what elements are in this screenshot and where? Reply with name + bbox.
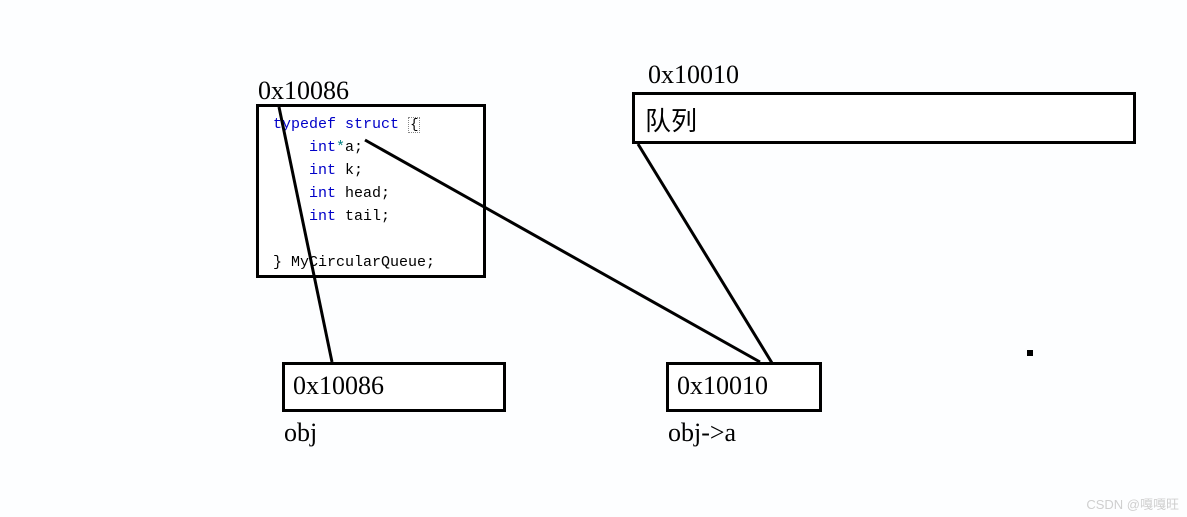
obj-a-box: 0x10010 [666, 362, 822, 412]
queue-label: 队列 [645, 101, 697, 138]
diagram-canvas: 0x10086 typedef struct { int*a; int k; i… [0, 0, 1187, 517]
obj-caption: obj [284, 418, 317, 448]
struct-code: typedef struct { int*a; int k; int head;… [273, 113, 435, 274]
queue-address-label: 0x10010 [648, 60, 739, 90]
line-queue-to-obj-a [638, 144, 772, 363]
connector-lines [0, 0, 1187, 517]
struct-box: typedef struct { int*a; int k; int head;… [256, 104, 486, 278]
watermark: CSDN @嘎嘎旺 [1086, 494, 1179, 513]
struct-address-label: 0x10086 [258, 76, 349, 106]
obj-value: 0x10086 [293, 371, 384, 401]
obj-a-caption: obj->a [668, 418, 736, 448]
obj-box: 0x10086 [282, 362, 506, 412]
queue-box: 队列 [632, 92, 1136, 144]
stray-dot [1027, 350, 1033, 356]
obj-a-value: 0x10010 [677, 371, 768, 401]
